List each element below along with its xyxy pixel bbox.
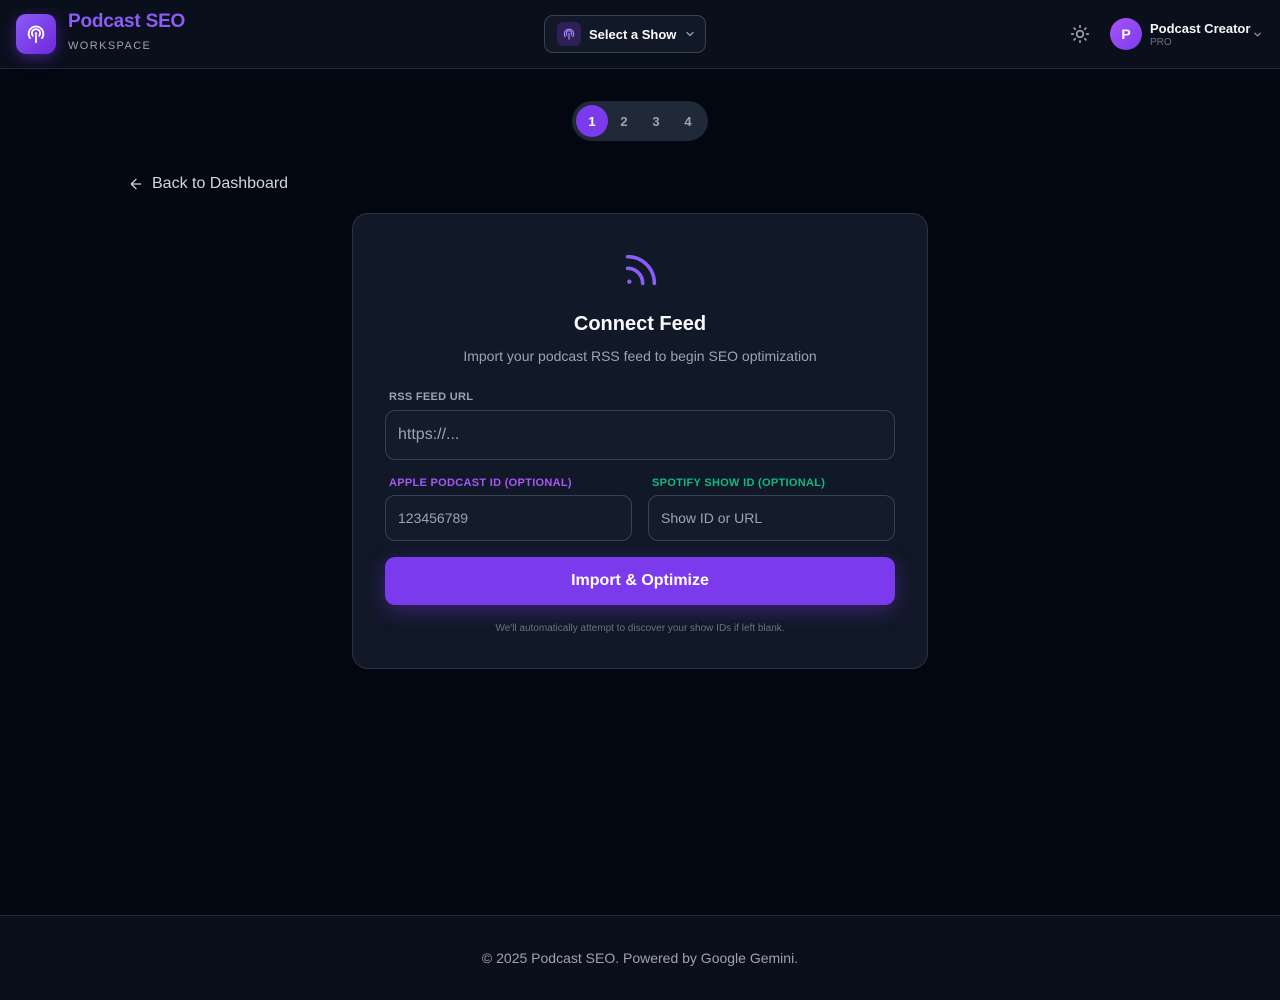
step-4[interactable]: 4	[672, 105, 704, 137]
brand-title: Podcast SEO	[68, 11, 186, 32]
page-footer: © 2025 Podcast SEO. Powered by Google Ge…	[0, 915, 1280, 1000]
apple-podcast-id-input[interactable]	[385, 495, 632, 541]
back-to-dashboard-link[interactable]: Back to Dashboard	[128, 175, 288, 193]
progress-stepper: 1 2 3 4	[572, 101, 708, 141]
footer-copyright: © 2025 Podcast SEO. Powered by Google Ge…	[481, 950, 799, 966]
step-2[interactable]: 2	[608, 105, 640, 137]
apple-podcast-id-label: APPLE PODCAST ID (OPTIONAL)	[389, 477, 572, 489]
spotify-show-id-label: SPOTIFY SHOW ID (OPTIONAL)	[652, 477, 826, 489]
chevron-down-icon	[684, 28, 696, 40]
user-menu-chevron-down-icon[interactable]	[1252, 29, 1263, 40]
show-selector-dropdown[interactable]: Select a Show	[544, 15, 706, 53]
show-selector-label: Select a Show	[589, 26, 677, 42]
step-1[interactable]: 1	[576, 105, 608, 137]
step-3[interactable]: 3	[640, 105, 672, 137]
card-subtitle: Import your podcast RSS feed to begin SE…	[463, 348, 817, 364]
brand-subtitle: WORKSPACE	[68, 40, 152, 52]
auto-discover-hint: We'll automatically attempt to discover …	[495, 623, 785, 634]
user-avatar[interactable]: P	[1110, 18, 1142, 50]
back-link-label: Back to Dashboard	[152, 175, 289, 192]
podcast-icon	[557, 22, 581, 46]
user-plan-badge: PRO	[1150, 37, 1172, 48]
card-title: Connect Feed	[573, 313, 707, 335]
arrow-left-icon	[128, 176, 144, 192]
top-header: Podcast SEO WORKSPACE Select a Show P Po…	[0, 0, 1280, 69]
import-optimize-button[interactable]: Import & Optimize	[385, 557, 895, 605]
theme-toggle-sun-icon[interactable]	[1068, 22, 1092, 46]
podcast-logo-icon	[16, 14, 56, 54]
rss-feed-url-input[interactable]	[385, 410, 895, 460]
connect-feed-card: Connect Feed Import your podcast RSS fee…	[352, 213, 928, 669]
rss-feed-url-label: RSS FEED URL	[389, 391, 474, 403]
spotify-show-id-input[interactable]	[648, 495, 895, 541]
user-name[interactable]: Podcast Creator	[1150, 21, 1250, 36]
rss-icon	[621, 250, 661, 295]
